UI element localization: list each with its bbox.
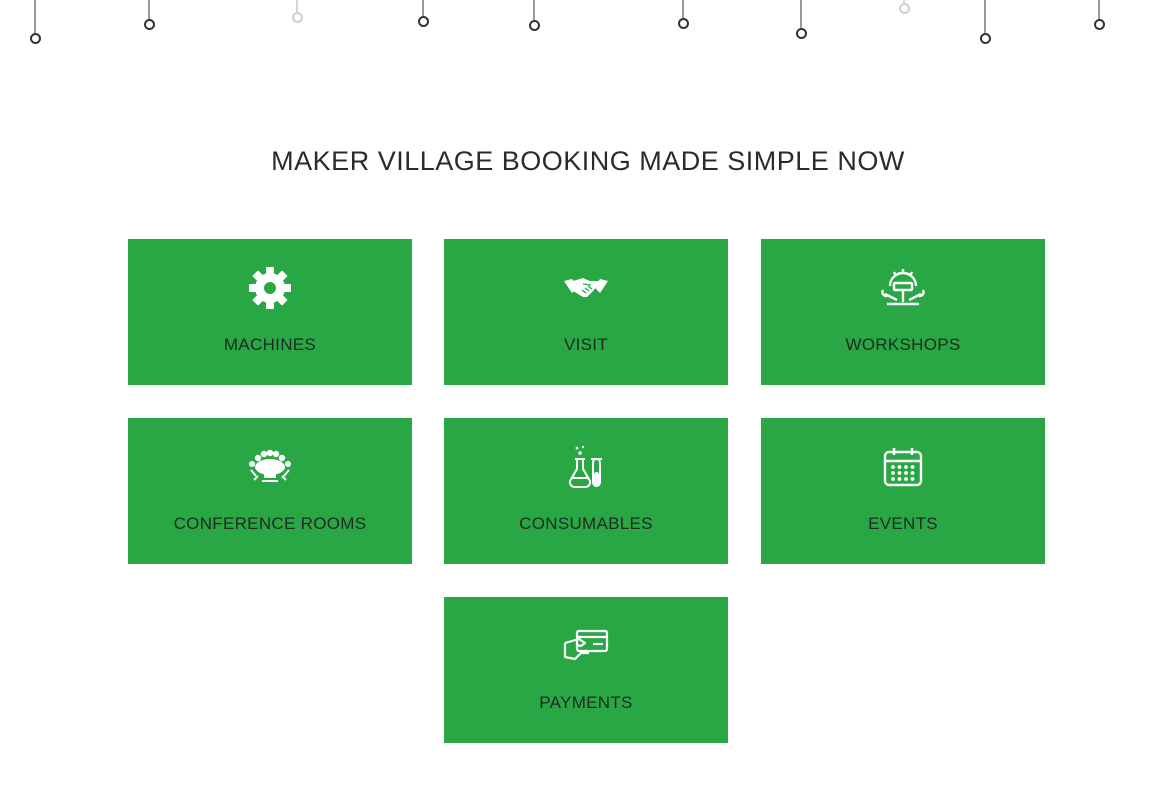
hanging-pin-icon — [143, 0, 155, 30]
tile-label: VISIT — [563, 335, 608, 354]
lab-flask-icon — [563, 444, 609, 490]
workshop-tools-icon — [880, 265, 926, 311]
gear-icon — [247, 265, 293, 311]
hanging-pin-icon — [979, 0, 991, 44]
handshake-icon — [563, 265, 609, 311]
tile-payments[interactable]: PAYMENTS — [444, 597, 728, 743]
tile-label: EVENTS — [868, 514, 938, 533]
hanging-pin-icon — [1093, 0, 1105, 30]
tile-label: MACHINES — [223, 335, 317, 354]
tile-label: WORKSHOPS — [845, 335, 961, 354]
tile-label: CONFERENCE ROOMS — [173, 514, 367, 533]
hanging-pin-icon — [795, 0, 807, 39]
booking-page: MAKER VILLAGE BOOKING MADE SIMPLE NOW MA… — [0, 0, 1176, 805]
tile-visit[interactable]: VISIT — [444, 239, 728, 385]
hanging-pin-icon — [291, 0, 303, 23]
tile-conference-rooms[interactable]: CONFERENCE ROOMS — [128, 418, 412, 564]
hanging-pin-icon — [29, 0, 41, 44]
hanging-pin-icon — [417, 0, 429, 27]
tile-events[interactable]: EVENTS — [761, 418, 1045, 564]
tile-consumables[interactable]: CONSUMABLES — [444, 418, 728, 564]
tile-machines[interactable]: MACHINES — [128, 239, 412, 385]
conference-table-icon — [247, 444, 293, 490]
tile-workshops[interactable]: WORKSHOPS — [761, 239, 1045, 385]
page-title: MAKER VILLAGE BOOKING MADE SIMPLE NOW — [271, 146, 905, 176]
tile-label: PAYMENTS — [539, 693, 633, 712]
tile-label: CONSUMABLES — [519, 514, 653, 533]
card-payment-icon — [563, 623, 609, 669]
hanging-pin-icon — [528, 0, 540, 31]
calendar-icon — [880, 444, 926, 490]
hanging-pin-icon — [677, 0, 689, 29]
hanging-pin-icon — [898, 0, 910, 14]
